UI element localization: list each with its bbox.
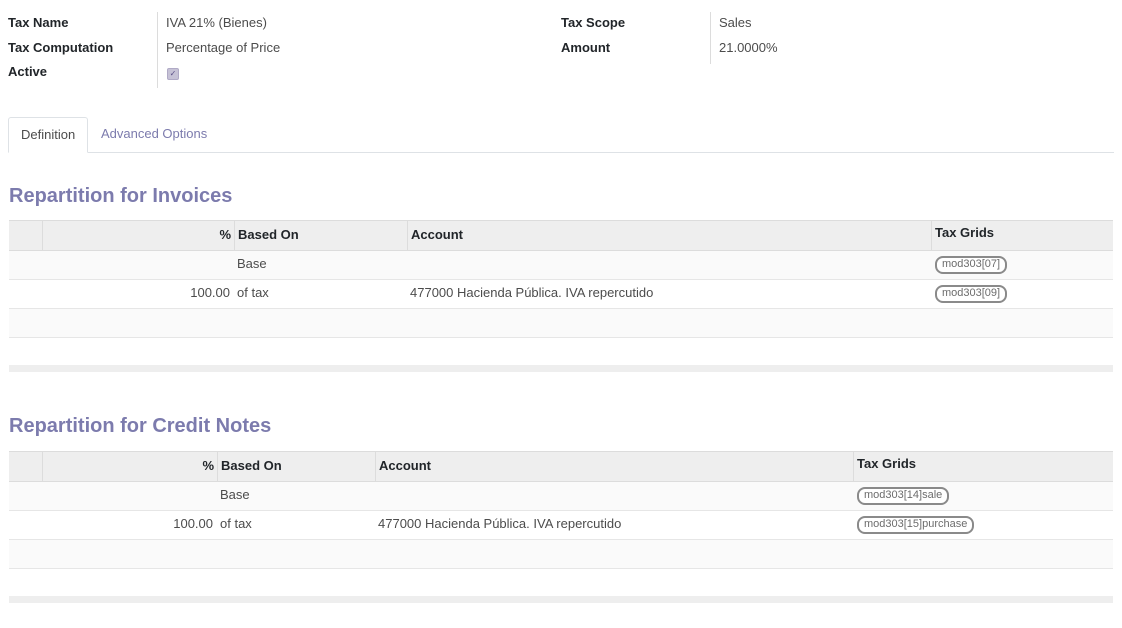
account-cell: 477000 Hacienda Pública. IVA repercutido — [410, 285, 654, 300]
column-tax-grids[interactable]: Tax Grids — [853, 452, 1113, 481]
based-on-cell: of tax — [220, 516, 252, 531]
amount-label: Amount — [561, 40, 611, 55]
empty-row — [9, 337, 1113, 366]
field-separator — [157, 12, 158, 88]
invoices-section-title: Repartition for Invoices — [9, 185, 233, 207]
table-footer — [9, 365, 1113, 372]
based-on-cell: Base — [220, 487, 250, 502]
empty-row — [9, 568, 1113, 597]
table-row[interactable]: Base mod303[07] — [9, 251, 1113, 280]
column-tax-grids[interactable]: Tax Grids — [931, 221, 1113, 250]
tax-name-label: Tax Name — [8, 15, 69, 30]
column-based-on[interactable]: Based On — [234, 221, 407, 250]
table-row[interactable]: 100.00 of tax 477000 Hacienda Pública. I… — [9, 511, 1113, 540]
column-account[interactable]: Account — [375, 452, 853, 481]
column-percent[interactable]: % — [42, 221, 235, 250]
tax-computation-value[interactable]: Percentage of Price — [166, 40, 280, 55]
tab-definition[interactable]: Definition — [8, 117, 89, 153]
field-separator — [710, 12, 711, 64]
table-header: % Based On Account Tax Grids — [9, 220, 1113, 252]
tax-scope-value[interactable]: Sales — [719, 15, 752, 30]
table-footer — [9, 596, 1113, 603]
credit-notes-section-title: Repartition for Credit Notes — [9, 415, 272, 437]
table-header: % Based On Account Tax Grids — [9, 451, 1113, 483]
active-label: Active — [8, 64, 48, 79]
column-based-on[interactable]: Based On — [217, 452, 375, 481]
tax-name-value[interactable]: IVA 21% (Bienes) — [166, 15, 267, 30]
table-row[interactable]: 100.00 of tax 477000 Hacienda Pública. I… — [9, 280, 1113, 309]
column-account[interactable]: Account — [407, 221, 931, 250]
empty-row — [9, 540, 1113, 569]
tax-computation-label: Tax Computation — [8, 40, 114, 55]
notebook-tabs: Definition Advanced Options — [8, 117, 1114, 153]
tab-advanced-options[interactable]: Advanced Options — [89, 117, 219, 151]
invoices-table: % Based On Account Tax Grids Base mod303… — [9, 220, 1113, 372]
column-percent[interactable]: % — [42, 452, 218, 481]
amount-value[interactable]: 21.0000% — [719, 40, 778, 55]
percent-cell: 100.00 — [190, 285, 230, 300]
based-on-cell: of tax — [237, 285, 269, 300]
empty-row — [9, 309, 1113, 338]
tax-grid-tag[interactable]: mod303[15]purchase — [857, 516, 975, 534]
based-on-cell: Base — [237, 256, 267, 271]
tax-scope-label: Tax Scope — [561, 15, 626, 30]
tax-grid-tag[interactable]: mod303[07] — [935, 256, 1008, 274]
table-row[interactable]: Base mod303[14]sale — [9, 482, 1113, 511]
tax-grid-tag[interactable]: mod303[14]sale — [857, 487, 950, 505]
tax-grid-tag[interactable]: mod303[09] — [935, 285, 1008, 303]
account-cell: 477000 Hacienda Pública. IVA repercutido — [378, 516, 622, 531]
percent-cell: 100.00 — [173, 516, 213, 531]
credit-notes-table: % Based On Account Tax Grids Base mod303… — [9, 451, 1113, 603]
active-checkbox[interactable]: ✓ — [167, 68, 179, 80]
